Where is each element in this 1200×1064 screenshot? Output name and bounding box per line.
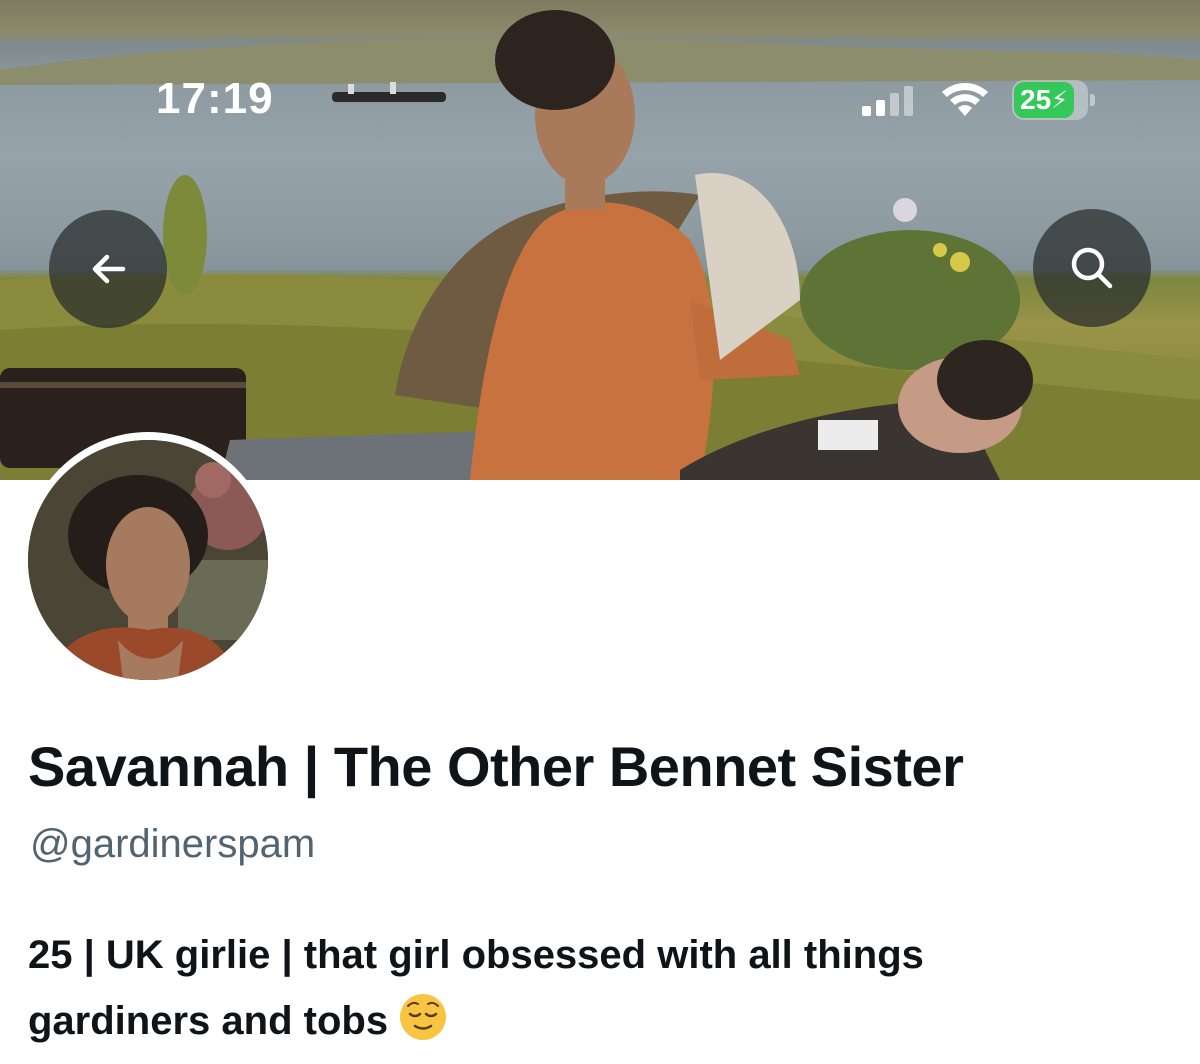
bio-line-text: gardiners and tobs: [28, 999, 389, 1043]
search-icon: [1071, 247, 1113, 289]
profile-handle: @gardinerspam: [30, 822, 316, 866]
wifi-icon: [942, 83, 988, 116]
profile-bio: 25 | UK girlie | that girl obsessed with…: [28, 922, 1168, 1054]
relieved-face-emoji-icon: [400, 994, 447, 1041]
profile-display-name: Savannah | The Other Bennet Sister: [28, 735, 964, 798]
profile-banner[interactable]: 17:19 25 ⚡: [0, 0, 1200, 480]
profile-page: 17:19 25 ⚡ Savannah | The Other Bennet S…: [0, 0, 1200, 1064]
search-button[interactable]: [1033, 209, 1151, 327]
avatar-border: [22, 432, 274, 688]
back-button[interactable]: [49, 210, 167, 328]
banner-scene-image: [0, 10, 1200, 480]
cellular-signal-icon: [862, 86, 913, 116]
avatar[interactable]: [28, 440, 268, 680]
charging-bolt-icon: ⚡: [1051, 86, 1069, 114]
battery-level: 25 ⚡: [1014, 82, 1075, 118]
battery-tip: [1090, 94, 1095, 106]
bio-line: gardiners and tobs: [28, 988, 1168, 1054]
battery-indicator: 25 ⚡: [1012, 80, 1095, 120]
status-time: 17:19: [156, 74, 274, 123]
avatar-portrait-image: [28, 440, 268, 680]
bio-line: 25 | UK girlie | that girl obsessed with…: [28, 933, 924, 977]
arrow-left-icon: [92, 254, 126, 284]
